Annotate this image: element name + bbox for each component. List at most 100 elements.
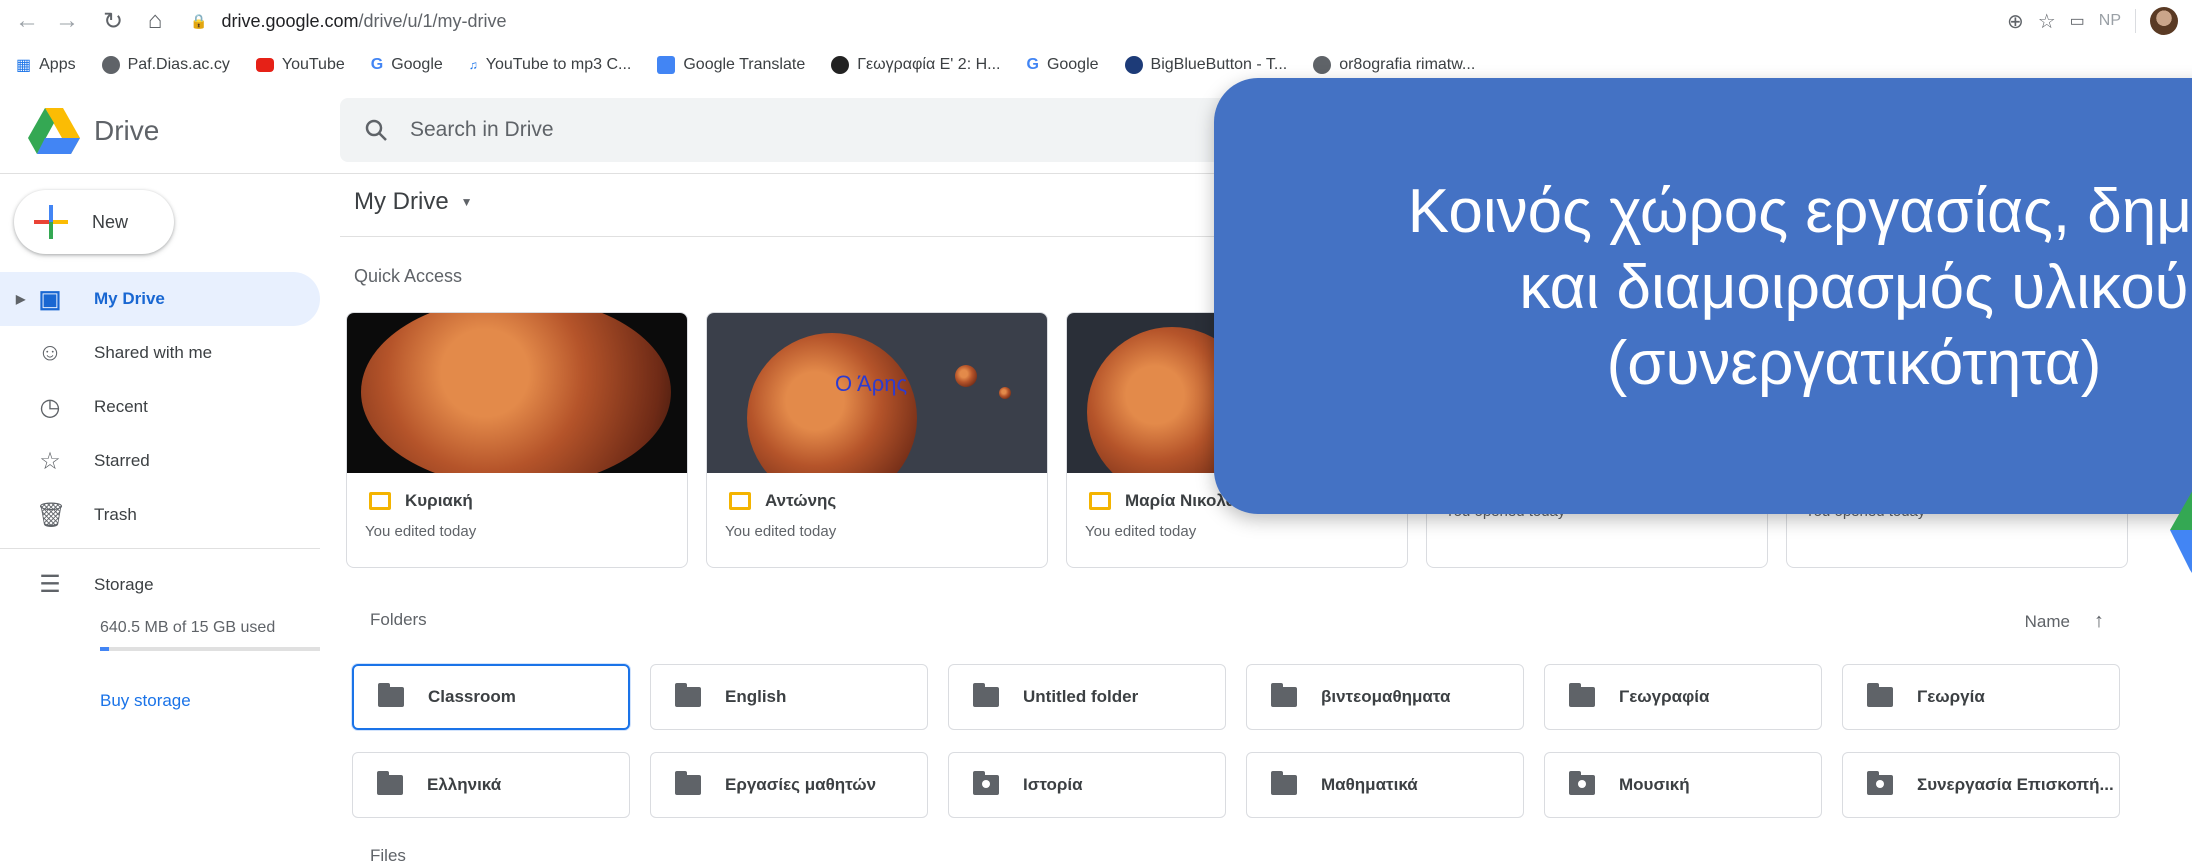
sidebar-item-my-drive[interactable]: ▶ ▣ My Drive (0, 272, 320, 326)
people-icon: ☺ (37, 339, 63, 366)
folder-icon (1271, 683, 1297, 707)
drive-logo[interactable]: Drive (28, 108, 159, 154)
buy-storage-link[interactable]: Buy storage (100, 691, 326, 711)
sidebar-item-shared[interactable]: ☺ Shared with me (0, 326, 330, 380)
card-thumbnail (347, 313, 687, 473)
folder-item[interactable]: Γεωργία (1842, 664, 2120, 730)
back-icon[interactable]: ← (12, 6, 42, 36)
page-title: My Drive (354, 188, 449, 215)
folder-name: Μαθηματικά (1321, 775, 1418, 794)
bookmark-item[interactable]: G Google (371, 56, 443, 74)
google-icon: G (1026, 56, 1039, 73)
bookmark-star-icon[interactable]: ☆ (2038, 9, 2056, 34)
sidebar-item-label: My Drive (94, 289, 165, 308)
new-button[interactable]: New (14, 190, 174, 254)
star-icon: ☆ (39, 447, 61, 475)
bookmark-label: Google Translate (683, 56, 806, 73)
drive-folder-icon: ▣ (38, 285, 62, 313)
storage-bar-fill (100, 647, 109, 651)
card-subtitle: You edited today (1085, 523, 1197, 540)
slides-icon (1089, 492, 1111, 510)
card-subtitle: You edited today (725, 523, 837, 540)
profile-initials[interactable]: NP (2099, 12, 2121, 30)
new-label: New (92, 211, 129, 232)
dropdown-arrow-icon: ▼ (460, 195, 473, 209)
quick-access-title: Quick Access (354, 266, 463, 286)
sidebar-item-trash[interactable]: 🗑 Trash (0, 488, 330, 542)
folder-item[interactable]: Ιστορία (948, 752, 1226, 818)
sidebar-item-recent[interactable]: ◷ Recent (0, 380, 330, 434)
reload-icon[interactable]: ↻ (98, 6, 128, 36)
search-icon (365, 119, 387, 141)
card-subtitle: You edited today (365, 523, 477, 540)
drive-logo-icon (28, 108, 80, 154)
folder-icon (675, 683, 701, 707)
folder-item[interactable]: Untitled folder (948, 664, 1226, 730)
folder-icon (973, 683, 999, 707)
arrow-up-icon[interactable]: ↑ (2094, 610, 2104, 633)
clock-icon: ◷ (39, 393, 61, 421)
slides-icon (369, 492, 391, 510)
bookmark-item[interactable]: or8ografia rimatw... (1313, 56, 1475, 74)
home-icon[interactable]: ⌂ (140, 6, 170, 36)
quick-access-card[interactable]: Ο Άρης Αντώνης You edited today (706, 312, 1048, 568)
search-placeholder: Search in Drive (410, 118, 554, 141)
shared-folder-icon (1867, 771, 1893, 795)
shared-folder-icon (973, 771, 999, 795)
folder-icon (1867, 683, 1893, 707)
bookmark-label: Paf.Dias.ac.cy (127, 56, 230, 73)
sidebar-nav: ▶ ▣ My Drive ☺ Shared with me ◷ Recent ☆… (0, 272, 330, 542)
address-bar[interactable]: 🔒 drive.google.com /drive/u/1/my-drive (190, 4, 1970, 38)
quick-access-card[interactable]: Κυριακή You edited today (346, 312, 688, 568)
folder-item[interactable]: Μαθηματικά (1246, 752, 1524, 818)
bookmark-item[interactable]: Γεωγραφία Ε' 2: Η... (831, 56, 1000, 74)
add-icon[interactable]: ⊕ (2007, 9, 2024, 34)
sidebar-item-label: Recent (94, 397, 148, 416)
app-name: Drive (94, 115, 160, 146)
breadcrumb[interactable]: My Drive ▼ (354, 188, 473, 216)
sort-control[interactable]: Name ↑ (2025, 610, 2104, 633)
youtube-icon (255, 58, 274, 72)
folder-item[interactable]: Συνεργασία Επισκοπή... (1842, 752, 2120, 818)
globe-icon (1313, 56, 1332, 74)
banner-line: (συνεργατικότητα) (1606, 329, 2102, 398)
folder-item[interactable]: English (650, 664, 928, 730)
storage-used-text: 640.5 MB of 15 GB used (100, 619, 276, 636)
folder-icon (378, 683, 404, 707)
storage-section: ☰ Storage 640.5 MB of 15 GB used Buy sto… (36, 570, 326, 711)
folder-name: βιντεομαθηματα (1321, 687, 1451, 706)
sidebar-item-label: Shared with me (94, 343, 213, 362)
sidebar-item-starred[interactable]: ☆ Starred (0, 434, 330, 488)
folder-name: Μουσική (1619, 775, 1690, 794)
folder-item[interactable]: Μουσική (1544, 752, 1822, 818)
cast-icon[interactable]: ▭ (2070, 11, 2085, 31)
browser-toolbar: ← → ↻ ⌂ 🔒 drive.google.com /drive/u/1/my… (0, 0, 2192, 42)
folder-item[interactable]: Ελληνικά (352, 752, 630, 818)
expand-caret-icon[interactable]: ▶ (16, 292, 25, 306)
bookmark-item[interactable]: BigBlueButton - T... (1124, 56, 1287, 74)
folder-item[interactable]: βιντεομαθηματα (1246, 664, 1524, 730)
bigbluebutton-icon (1124, 56, 1143, 74)
slides-icon (729, 492, 751, 510)
card-title: Αντώνης (765, 491, 837, 510)
folder-item[interactable]: Εργασίες μαθητών (650, 752, 928, 818)
bookmark-apps[interactable]: ▦ Apps (16, 55, 76, 75)
forward-icon[interactable]: → (52, 6, 82, 36)
bookmark-label: YouTube to mp3 C... (485, 56, 632, 73)
shared-folder-icon (1569, 771, 1595, 795)
folder-item[interactable]: Γεωγραφία (1544, 664, 1822, 730)
folder-icon (675, 771, 701, 795)
sort-label: Name (2024, 611, 2070, 631)
card-thumbnail: Ο Άρης (707, 313, 1047, 473)
bookmark-item[interactable]: Paf.Dias.ac.cy (101, 56, 230, 74)
bookmark-item[interactable]: YouTube (255, 56, 345, 74)
folder-item[interactable]: Classroom (352, 664, 630, 730)
bookmark-item[interactable]: Google Translate (657, 56, 805, 74)
folder-grid: Classroom English Untitled folder βιντεο… (352, 664, 2120, 818)
sidebar-item-storage[interactable]: ☰ Storage (36, 570, 326, 599)
files-title: Files (370, 846, 406, 865)
bookmark-item[interactable]: ♫ YouTube to mp3 C... (469, 56, 632, 74)
google-icon: G (370, 56, 384, 73)
bookmark-item[interactable]: G Google (1026, 56, 1098, 74)
avatar[interactable] (2150, 7, 2178, 35)
